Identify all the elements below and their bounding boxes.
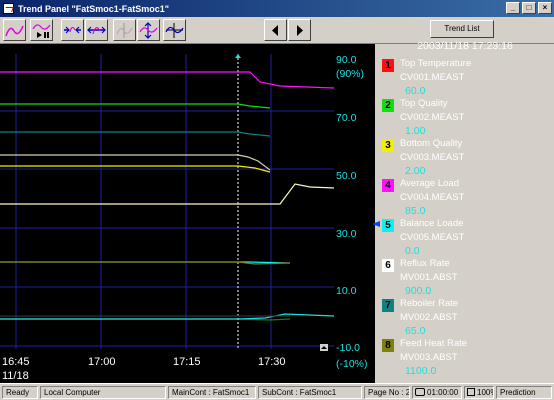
status-bar: Ready Local Computer MainCont : FatSmoc1… <box>0 383 554 400</box>
legend-value: 65.0 <box>405 325 426 337</box>
arrow-left-icon <box>272 24 278 36</box>
status-main-cont: MainCont : FatSmoc1 <box>168 386 256 399</box>
status-computer: Local Computer <box>40 386 166 399</box>
trend-play-icon <box>32 23 51 38</box>
zoom-icon <box>467 388 475 396</box>
legend-color-badge: 8 <box>382 339 394 352</box>
y-tick-label: 10.0 <box>336 285 357 297</box>
legend-value: 0.0 <box>405 245 420 257</box>
trend-play-button[interactable] <box>30 19 53 41</box>
page-next-button[interactable] <box>288 19 311 41</box>
trend-list-button[interactable]: Trend List <box>430 20 494 38</box>
legend-item[interactable]: 8 Feed Heat Rate MV003.ABST 1100.0 <box>380 337 552 377</box>
legend-tag: CV004.MEAST <box>400 192 465 203</box>
legend-name: Balance Loade <box>400 218 464 229</box>
y-tick-label: (90%) <box>336 68 365 80</box>
legend-item[interactable]: 4 Average Load CV004.MEAST 85.0 <box>380 177 552 217</box>
arrow-right-icon <box>297 24 303 36</box>
legend-item[interactable]: 6 Reflux Rate MV001.ABST 900.0 <box>380 257 552 297</box>
x-tick-label: 17:00 <box>88 356 116 368</box>
y-tick-label: 50.0 <box>336 170 357 182</box>
status-ready: Ready <box>2 386 38 399</box>
legend-color-badge: 3 <box>382 139 394 152</box>
legend-name: Average Load <box>400 178 459 189</box>
legend-name: Top Temperature <box>400 58 472 69</box>
zoom-in-icon <box>64 26 81 33</box>
y-tick-label: 70.0 <box>336 112 357 124</box>
zoom-out-button[interactable] <box>85 19 108 41</box>
zoom-out-icon <box>87 26 106 34</box>
clock-icon <box>415 388 425 396</box>
legend-color-badge: 5 <box>382 219 394 232</box>
legend-tag: CV003.MEAST <box>400 152 465 163</box>
legend-name: Reboiler Rate <box>400 298 459 309</box>
close-button[interactable]: × <box>538 2 552 14</box>
legend-value: 2.00 <box>405 165 426 177</box>
legend-value: 85.0 <box>405 205 426 217</box>
x-tick-label: 17:15 <box>173 356 201 368</box>
wave-icon <box>165 22 184 38</box>
status-zoom-value: 100% <box>477 388 493 397</box>
legend-tag: CV005.MEAST <box>400 232 465 243</box>
legend-item[interactable]: 2 Top Quality CV002.MEAST 1.00 <box>380 97 552 137</box>
x-tick-label: 17:30 <box>258 356 286 368</box>
status-page: Page No : 2 <box>364 386 410 399</box>
window-title: Trend Panel "FatSmoc1-FatSmoc1" <box>18 3 170 14</box>
legend-name: Top Quality <box>400 98 448 109</box>
cursor-icon <box>116 22 133 38</box>
legend-name: Feed Heat Rate <box>400 338 468 349</box>
title-bar[interactable]: Trend Panel "FatSmoc1-FatSmoc1" _ □ × <box>0 0 554 17</box>
trend-draw-button[interactable] <box>3 19 26 41</box>
legend-item[interactable]: 5 Balance Loade CV005.MEAST 0.0 <box>372 217 552 257</box>
status-mode: Prediction <box>496 386 552 399</box>
expand-button[interactable] <box>137 19 160 41</box>
legend-color-badge: 2 <box>382 99 394 112</box>
status-zoom: 100% <box>464 386 494 399</box>
trend-draw-icon <box>5 25 24 36</box>
y-tick-label: (-10%) <box>336 358 368 370</box>
legend-tag: MV003.ABST <box>400 352 458 363</box>
legend-value: 900.0 <box>405 285 432 297</box>
legend-value: 1100.0 <box>405 365 437 377</box>
legend-tag: CV002.MEAST <box>400 112 465 123</box>
legend-tag: MV002.ABST <box>400 312 458 323</box>
wave-button[interactable] <box>163 19 186 41</box>
expand-icon <box>139 21 158 39</box>
minimize-button[interactable]: _ <box>506 2 520 14</box>
legend-value: 60.0 <box>405 85 426 97</box>
y-tick-label: -10.0 <box>336 342 360 354</box>
legend-item[interactable]: 3 Bottom Quality CV003.MEAST 2.00 <box>380 137 552 177</box>
legend-color-badge: 4 <box>382 179 394 192</box>
y-tick-label: 90.0 <box>336 54 357 66</box>
legend-value: 1.00 <box>405 125 426 137</box>
current-datetime: 2003/11/18 17:23:16 <box>417 40 513 52</box>
page-prev-button[interactable] <box>264 19 287 41</box>
legend-name: Bottom Quality <box>400 138 463 149</box>
legend-color-badge: 7 <box>382 299 394 312</box>
trend-chart[interactable] <box>0 44 375 386</box>
legend-item[interactable]: 7 Reboiler Rate MV002.ABST 65.0 <box>380 297 552 337</box>
legend-item[interactable]: 1 Top Temperature CV001.MEAST 60.0 <box>380 57 552 97</box>
cursor-button[interactable] <box>113 19 136 41</box>
legend-name: Reflux Rate <box>400 258 450 269</box>
x-tick-label: 16:45 <box>2 356 30 368</box>
status-sub-cont: SubCont : FatSmoc1 <box>258 386 362 399</box>
zoom-in-button[interactable] <box>61 19 84 41</box>
status-duration: 01:00:00 <box>412 386 462 399</box>
y-tick-label: 30.0 <box>336 228 357 240</box>
trend-panel-window: Trend Panel "FatSmoc1-FatSmoc1" _ □ × Tr… <box>0 0 554 400</box>
legend-color-badge: 6 <box>382 259 394 272</box>
status-duration-value: 01:00:00 <box>427 388 459 397</box>
maximize-button[interactable]: □ <box>522 2 536 14</box>
x-axis-date: 11/18 <box>2 370 29 382</box>
app-icon <box>3 3 14 14</box>
legend-color-badge: 1 <box>382 59 394 72</box>
legend-tag: CV001.MEAST <box>400 72 465 83</box>
legend-tag: MV001.ABST <box>400 272 458 283</box>
